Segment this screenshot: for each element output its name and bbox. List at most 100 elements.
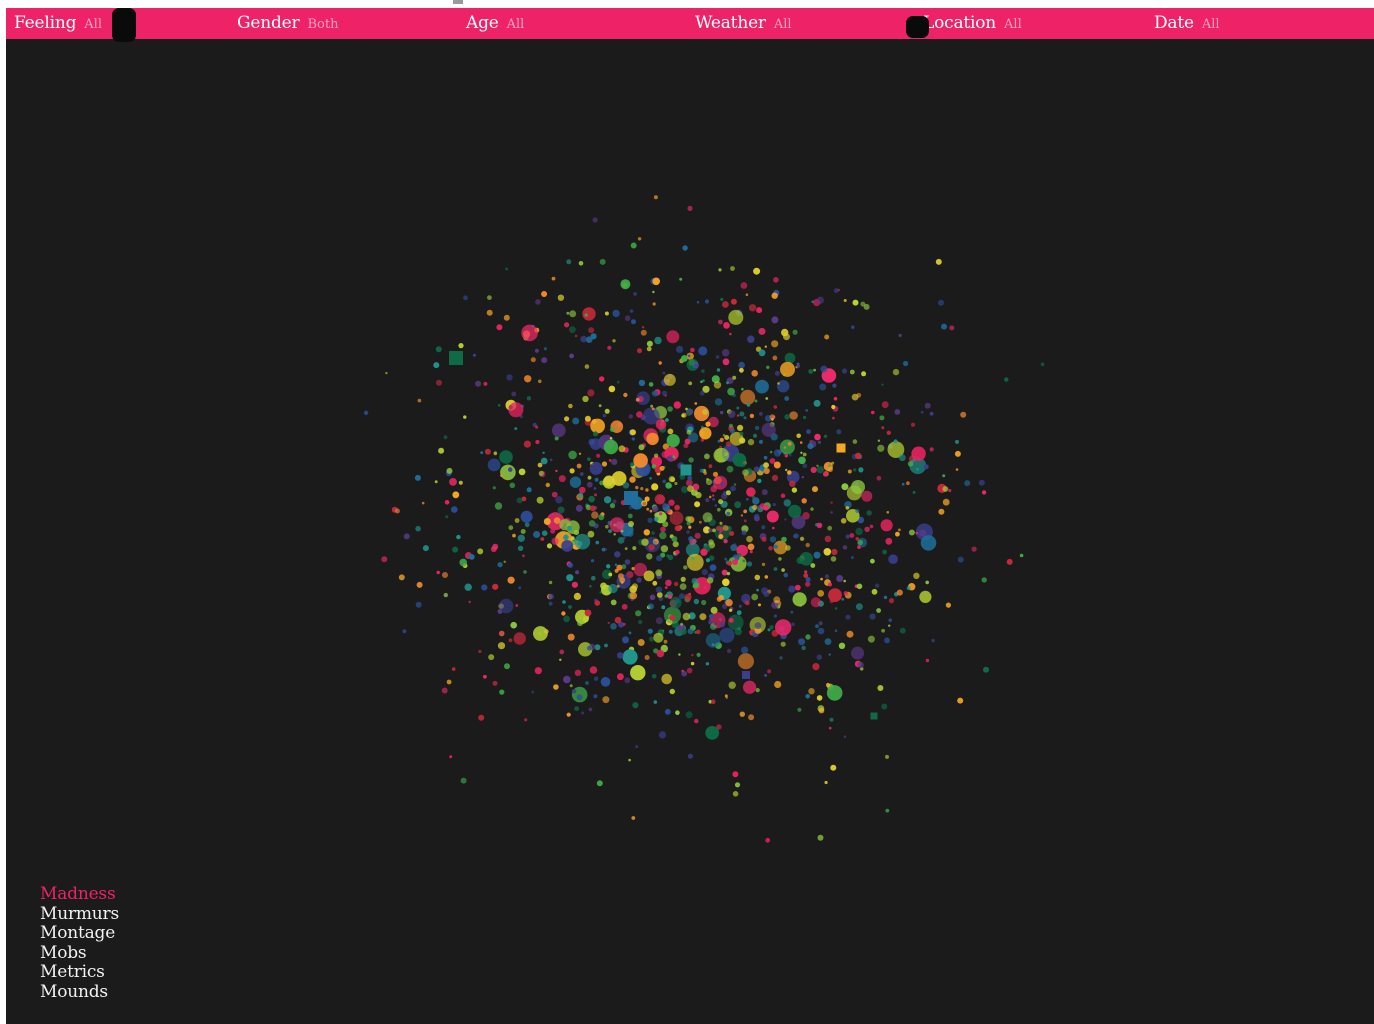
feeling-particle[interactable] <box>755 688 760 693</box>
feeling-particle[interactable] <box>832 416 835 420</box>
feeling-particle[interactable] <box>566 574 574 582</box>
feeling-particle[interactable] <box>563 534 569 541</box>
feeling-particle[interactable] <box>614 551 621 558</box>
filter-gender[interactable]: Gender Both <box>237 13 338 35</box>
feeling-particle[interactable] <box>551 276 556 281</box>
feeling-particle[interactable] <box>637 639 645 646</box>
feeling-particle[interactable] <box>870 558 875 564</box>
feeling-particle[interactable] <box>696 300 700 304</box>
feeling-particle[interactable] <box>719 621 726 628</box>
feeling-particle[interactable] <box>571 689 577 694</box>
feeling-particle[interactable] <box>524 522 530 528</box>
view-murmurs[interactable]: Murmurs <box>40 904 119 925</box>
feeling-particle[interactable] <box>817 834 824 841</box>
feeling-particle[interactable] <box>531 690 534 694</box>
feeling-particle[interactable] <box>610 599 617 606</box>
feeling-particle[interactable] <box>669 614 676 621</box>
feeling-particle[interactable] <box>648 544 655 551</box>
feeling-particle[interactable] <box>628 414 633 419</box>
feeling-particle[interactable] <box>588 520 596 527</box>
feeling-particle[interactable] <box>728 681 736 689</box>
feeling-particle[interactable] <box>675 549 680 555</box>
feeling-particle[interactable] <box>736 610 742 616</box>
feeling-particle[interactable] <box>726 571 731 576</box>
feeling-particle[interactable] <box>395 508 400 514</box>
feeling-particle[interactable] <box>831 548 838 556</box>
feeling-particle[interactable] <box>753 466 760 473</box>
feeling-particle[interactable] <box>604 548 608 551</box>
feeling-particle[interactable] <box>574 334 578 338</box>
feeling-particle[interactable] <box>716 596 722 602</box>
feeling-particle[interactable] <box>481 584 488 591</box>
feeling-particle[interactable] <box>590 418 605 434</box>
feeling-particle[interactable] <box>867 635 875 643</box>
feeling-particle[interactable] <box>773 596 781 604</box>
feeling-particle[interactable] <box>738 604 742 608</box>
feeling-particle[interactable] <box>398 574 405 581</box>
feeling-particle[interactable] <box>503 560 506 563</box>
feeling-particle[interactable] <box>708 620 713 625</box>
feeling-particle[interactable] <box>614 616 622 624</box>
feeling-particle[interactable] <box>492 486 496 490</box>
feeling-particle[interactable] <box>553 684 559 690</box>
feeling-particle[interactable] <box>665 418 669 422</box>
feeling-particle[interactable] <box>460 777 467 784</box>
feeling-particle[interactable] <box>604 643 608 648</box>
feeling-particle[interactable] <box>773 405 778 409</box>
feeling-particle[interactable] <box>929 411 934 416</box>
feeling-particle[interactable] <box>743 416 747 420</box>
feeling-particle[interactable] <box>778 557 782 561</box>
feeling-particle[interactable] <box>702 512 713 523</box>
feeling-particle[interactable] <box>508 525 514 531</box>
feeling-particle[interactable] <box>743 519 747 523</box>
feeling-particle[interactable] <box>591 511 599 519</box>
feeling-particle[interactable] <box>754 513 760 520</box>
feeling-particle[interactable] <box>588 643 596 651</box>
feeling-particle[interactable] <box>599 376 605 382</box>
feeling-particle[interactable] <box>541 357 548 364</box>
feeling-particle[interactable] <box>898 454 906 462</box>
feeling-particle[interactable] <box>942 498 950 506</box>
feeling-particle[interactable] <box>515 604 519 607</box>
feeling-particle[interactable] <box>705 662 710 666</box>
feeling-particle[interactable] <box>766 365 770 369</box>
feeling-particle[interactable] <box>858 467 864 473</box>
feeling-particle[interactable] <box>763 455 768 460</box>
feeling-particle[interactable] <box>842 545 848 550</box>
feeling-particle[interactable] <box>739 711 745 717</box>
feeling-particle[interactable] <box>567 633 575 641</box>
feeling-particle[interactable] <box>610 623 617 630</box>
feeling-particle[interactable] <box>728 608 733 612</box>
feeling-particle[interactable] <box>742 469 749 476</box>
feeling-particle[interactable] <box>403 533 410 540</box>
feeling-particle[interactable] <box>771 316 779 324</box>
feeling-particle[interactable] <box>487 295 492 300</box>
feeling-particle[interactable] <box>881 401 889 409</box>
feeling-particle[interactable] <box>449 478 457 486</box>
feeling-particle[interactable] <box>911 422 915 427</box>
feeling-particle[interactable] <box>810 507 814 511</box>
feeling-particle[interactable] <box>780 361 795 377</box>
feeling-particle[interactable] <box>762 504 770 511</box>
feeling-particle[interactable] <box>642 501 647 506</box>
feeling-particle[interactable] <box>888 554 898 564</box>
feeling-square[interactable] <box>836 443 846 453</box>
feeling-particle[interactable] <box>919 590 932 604</box>
feeling-particle[interactable] <box>593 694 598 699</box>
feeling-particle[interactable] <box>693 598 700 605</box>
feeling-particle[interactable] <box>682 612 691 621</box>
feeling-particle[interactable] <box>754 574 761 581</box>
feeling-particle[interactable] <box>569 353 574 359</box>
feeling-particle[interactable] <box>773 277 779 283</box>
feeling-particle[interactable] <box>443 592 448 598</box>
feeling-particle[interactable] <box>729 531 735 536</box>
feeling-particle[interactable] <box>726 465 734 473</box>
feeling-particle[interactable] <box>828 653 831 656</box>
feeling-particle[interactable] <box>765 397 769 400</box>
feeling-particle[interactable] <box>764 575 769 579</box>
feeling-particle[interactable] <box>981 577 987 583</box>
feeling-particle[interactable] <box>877 439 881 442</box>
feeling-particle[interactable] <box>893 439 898 444</box>
feeling-particle[interactable] <box>589 666 598 674</box>
feeling-particle[interactable] <box>823 471 828 477</box>
